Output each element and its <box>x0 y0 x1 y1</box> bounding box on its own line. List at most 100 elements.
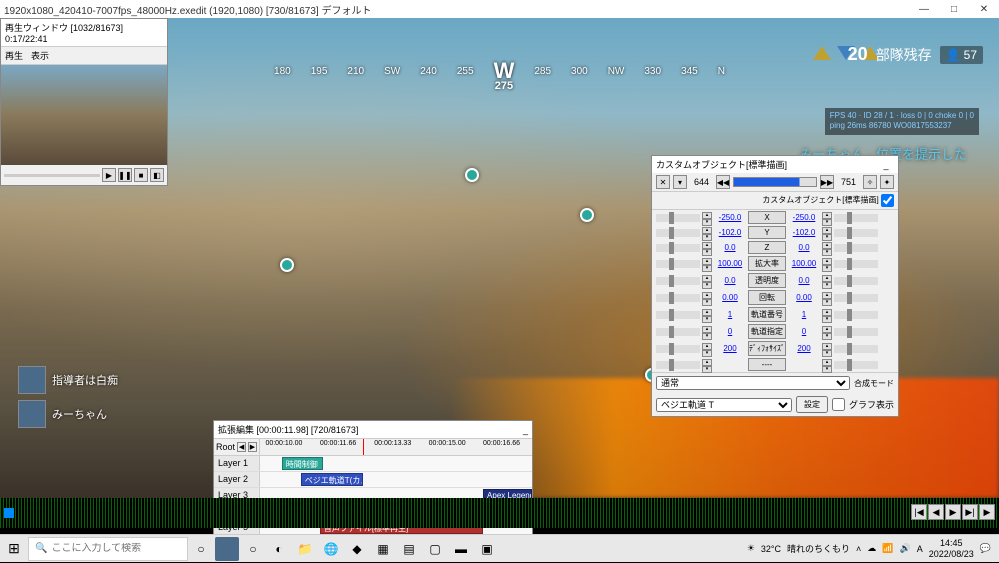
param-value-right[interactable]: 200 <box>788 344 820 353</box>
param-spinner[interactable]: ▴▾ <box>822 309 832 321</box>
sub-checkbox[interactable] <box>881 194 894 207</box>
param-slider[interactable] <box>834 311 878 319</box>
taskbar-app[interactable] <box>215 537 239 561</box>
tray-chevron-icon[interactable]: ˄ <box>856 544 861 554</box>
param-label[interactable]: X <box>748 211 786 224</box>
blend-mode-select[interactable]: 通常 <box>656 376 850 390</box>
layer-track[interactable]: ベジエ軌道T(カスタ) <box>260 472 532 487</box>
explorer-icon[interactable]: 📁 <box>293 537 317 561</box>
param-spinner[interactable]: ▴▾ <box>702 343 712 355</box>
weather-icon[interactable]: ☀ <box>747 543 755 554</box>
taskbar-app[interactable]: ▦ <box>371 537 395 561</box>
param-slider[interactable] <box>656 229 700 237</box>
param-slider[interactable] <box>656 277 700 285</box>
param-slider[interactable] <box>656 214 700 222</box>
param-value-right[interactable]: -102.0 <box>788 228 820 237</box>
timeline-title[interactable]: 拡張編集 [00:00:11.98] [720/81673] _ <box>214 421 532 439</box>
frame-track[interactable] <box>733 177 817 187</box>
timeline-ruler[interactable]: 00:00:10.00 00:00:11.66 00:00:13.33 00:0… <box>260 439 532 455</box>
wave-marker[interactable] <box>4 508 14 518</box>
ime-icon[interactable]: A <box>917 544 923 554</box>
param-slider[interactable] <box>834 244 878 252</box>
toolbar-btn[interactable]: ✕ <box>656 175 670 189</box>
stop-button[interactable]: ■ <box>134 168 148 182</box>
layer-label[interactable]: Layer 1 <box>214 456 260 471</box>
wave-prev-fast[interactable]: |◀ <box>911 504 927 520</box>
param-value-right[interactable]: 0 <box>788 327 820 336</box>
play-button[interactable]: ▶ <box>102 168 116 182</box>
preview-window[interactable]: 再生ウィンドウ [1032/81673] 0:17/22:41 再生 表示 ▶ … <box>0 18 168 186</box>
prev-frame-button[interactable]: ◀◀ <box>716 175 730 189</box>
param-spinner[interactable]: ▴▾ <box>702 258 712 270</box>
param-label[interactable]: 回転 <box>748 290 786 305</box>
param-value-right[interactable]: 0.0 <box>788 243 820 252</box>
param-spinner[interactable]: ▴▾ <box>822 275 832 287</box>
menu-play[interactable]: 再生 <box>5 49 23 62</box>
cloud-icon[interactable]: ☁ <box>867 543 876 554</box>
taskbar-app[interactable]: ▤ <box>397 537 421 561</box>
layer-track[interactable]: 時間制御 <box>260 456 532 471</box>
wifi-icon[interactable]: 📶 <box>882 543 893 554</box>
volume-icon[interactable]: 🔊 <box>900 543 911 554</box>
param-spinner[interactable]: ▴▾ <box>702 359 712 371</box>
minimize-button[interactable]: — <box>909 0 939 18</box>
param-value-left[interactable]: 0 <box>714 327 746 336</box>
pause-button[interactable]: ❚❚ <box>118 168 132 182</box>
param-slider[interactable] <box>656 244 700 252</box>
toolbar-btn[interactable]: ✧ <box>863 175 877 189</box>
param-label[interactable]: 透明度 <box>748 273 786 288</box>
preview-slider[interactable] <box>4 174 100 177</box>
param-slider[interactable] <box>834 277 878 285</box>
maximize-button[interactable]: □ <box>939 0 969 18</box>
cortana-icon[interactable]: ○ <box>189 537 213 561</box>
param-spinner[interactable]: ▴▾ <box>702 309 712 321</box>
taskbar-app[interactable]: ▢ <box>423 537 447 561</box>
wave-next[interactable]: ▶ <box>945 504 961 520</box>
taskbar-clock[interactable]: 14:45 2022/08/23 <box>929 538 974 560</box>
param-value-left[interactable]: 1 <box>714 310 746 319</box>
param-value-left[interactable]: 0.00 <box>714 293 746 302</box>
taskbar-app[interactable]: ▣ <box>475 537 499 561</box>
param-spinner[interactable]: ▴▾ <box>822 359 832 371</box>
close-button[interactable]: ✕ <box>969 0 999 18</box>
param-slider[interactable] <box>834 294 878 302</box>
panel-minimize[interactable]: _ <box>523 425 528 435</box>
taskbar-search[interactable]: 🔍 <box>28 537 188 561</box>
param-value-left[interactable]: -102.0 <box>714 228 746 237</box>
graph-checkbox[interactable] <box>832 398 845 411</box>
menu-display[interactable]: 表示 <box>31 49 49 62</box>
toolbar-btn[interactable]: ✦ <box>880 175 894 189</box>
param-spinner[interactable]: ▴▾ <box>822 326 832 338</box>
param-slider[interactable] <box>834 229 878 237</box>
param-spinner[interactable]: ▴▾ <box>702 326 712 338</box>
param-value-right[interactable]: -250.0 <box>788 213 820 222</box>
object-panel-title[interactable]: カスタムオブジェクト[標準描画] _ <box>652 156 898 173</box>
param-label[interactable]: 軌道番号 <box>748 307 786 322</box>
param-slider[interactable] <box>834 214 878 222</box>
object-settings-panel[interactable]: カスタムオブジェクト[標準描画] _ ✕ ▾ 644 ◀◀ ▶▶ 751 ✧ ✦… <box>651 155 899 417</box>
param-value-right[interactable]: 0.00 <box>788 293 820 302</box>
param-label[interactable]: Z <box>748 241 786 254</box>
root-right[interactable]: ▶ <box>248 442 257 452</box>
wave-next-fast[interactable]: ▶| <box>962 504 978 520</box>
param-label[interactable]: 軌道指定 <box>748 324 786 339</box>
search-input[interactable] <box>51 543 183 554</box>
param-value-left[interactable]: 100.00 <box>714 259 746 268</box>
taskbar-app[interactable]: ○ <box>241 537 265 561</box>
param-spinner[interactable]: ▴▾ <box>702 227 712 239</box>
param-value-left[interactable]: 0.0 <box>714 243 746 252</box>
param-slider[interactable] <box>656 345 700 353</box>
param-slider[interactable] <box>656 328 700 336</box>
param-label[interactable]: ﾃﾞｨﾌｫｻｲｽﾞ <box>748 341 786 356</box>
extra-button[interactable]: ◧ <box>150 168 164 182</box>
param-spinner[interactable]: ▴▾ <box>702 212 712 224</box>
param-spinner[interactable]: ▴▾ <box>702 292 712 304</box>
param-slider[interactable] <box>834 361 878 369</box>
param-spinner[interactable]: ▴▾ <box>702 275 712 287</box>
param-value-right[interactable]: 100.00 <box>788 259 820 268</box>
panel-minimize[interactable]: _ <box>878 160 894 170</box>
wave-play[interactable]: ▶ <box>979 504 995 520</box>
param-slider[interactable] <box>656 311 700 319</box>
param-value-right[interactable]: 0.0 <box>788 276 820 285</box>
curve-select[interactable]: ベジエ軌道 T <box>656 398 792 412</box>
